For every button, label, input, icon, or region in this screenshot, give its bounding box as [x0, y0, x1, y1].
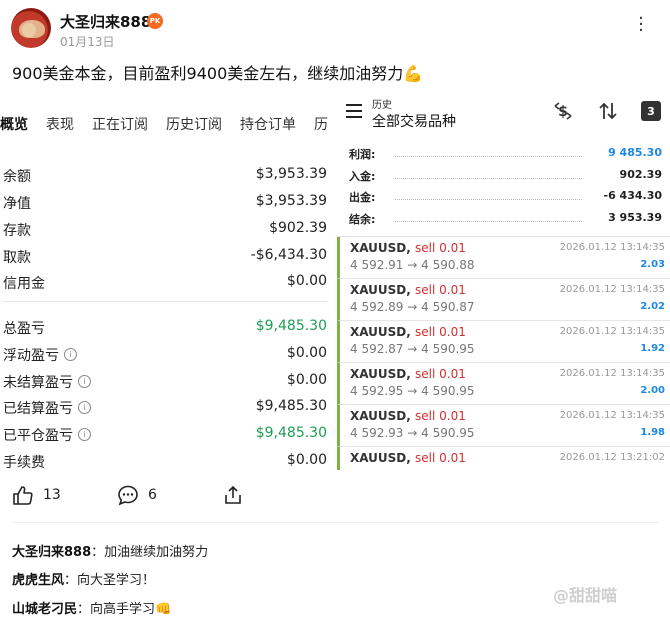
- trade-side: sell 0.01: [415, 409, 466, 423]
- calendar-icon[interactable]: 3: [641, 101, 661, 121]
- tab-open-orders[interactable]: 持仓订单: [240, 114, 296, 134]
- summary-value: 3 953.39: [608, 211, 662, 224]
- avatar[interactable]: [11, 8, 51, 48]
- trade-symbol: XAUUSD, sell 0.01: [350, 451, 466, 465]
- trade-prices: 4 592.87 → 4 590.95: [350, 342, 475, 356]
- trade-time: 2026.01.12 13:14:35: [559, 326, 665, 337]
- trade-profit: 1.92: [640, 343, 665, 354]
- trade-side: sell 0.01: [415, 367, 466, 381]
- post-date: 01月13日: [60, 35, 115, 49]
- comment-item[interactable]: 山城老刁民：向高手学习👊: [12, 598, 171, 617]
- trade-symbol: XAUUSD, sell 0.01: [350, 241, 466, 255]
- trade-symbol: XAUUSD, sell 0.01: [350, 409, 466, 423]
- trade-side: sell 0.01: [415, 451, 466, 465]
- trade-symbol: XAUUSD, sell 0.01: [350, 325, 466, 339]
- trade-side: sell 0.01: [415, 283, 466, 297]
- dotted-leader: [395, 178, 582, 179]
- summary-row: 入金: 902.39: [349, 168, 662, 186]
- account-row: 净值 $3,953.39: [3, 193, 327, 213]
- comment-item[interactable]: 大圣归来888：加油继续加油努力: [12, 541, 208, 560]
- trade-profit: 2.03: [640, 259, 665, 270]
- trade-symbol-name: XAUUSD,: [350, 325, 411, 339]
- tab-performance[interactable]: 表现: [46, 114, 74, 134]
- symbol-filter-title[interactable]: 全部交易品种: [372, 111, 456, 131]
- comment-item[interactable]: 虎虎生风：向大圣学习！: [12, 569, 155, 588]
- account-row-value: $3,953.39: [255, 193, 327, 209]
- watermark: @甜甜喵: [553, 586, 618, 605]
- like-count: 13: [43, 487, 61, 503]
- username[interactable]: 大圣归来888: [60, 11, 151, 32]
- trade-side: sell 0.01: [415, 325, 466, 339]
- dotted-leader: [395, 221, 582, 222]
- trade-time: 2026.01.12 13:21:02: [559, 452, 665, 463]
- trade-time: 2026.01.12 13:14:35: [559, 410, 665, 421]
- trade-prices: 4 592.95 → 4 590.95: [350, 384, 475, 398]
- trade-symbol: XAUUSD, sell 0.01: [350, 367, 466, 381]
- account-tabs: 概览 表现 正在订阅 历史订阅 持仓订单历: [0, 114, 336, 136]
- dotted-leader: [395, 156, 582, 157]
- share-icon[interactable]: [222, 484, 244, 506]
- comment-text: ：向大圣学习！: [64, 573, 156, 588]
- more-options-icon[interactable]: · · ·: [633, 10, 649, 40]
- trade-prices: 4 592.93 → 4 590.95: [350, 426, 475, 440]
- trade-row[interactable]: XAUUSD, sell 0.01 4 592.89 → 4 590.87 2026…: [337, 279, 670, 321]
- tab-subscribing[interactable]: 正在订阅: [92, 114, 148, 134]
- summary-row: 结余: 3 953.39: [349, 211, 662, 229]
- trade-row[interactable]: XAUUSD, sell 0.01 4 592.91 → 4 590.88 2026…: [337, 237, 670, 279]
- summary-value: 9 485.30: [608, 146, 662, 159]
- trade-profit: 1.98: [640, 427, 665, 438]
- trade-symbol-name: XAUUSD,: [350, 283, 411, 297]
- level-badge: PK: [147, 13, 163, 29]
- trade-time: 2026.01.12 13:14:35: [559, 242, 665, 253]
- sort-icon[interactable]: [597, 100, 619, 127]
- currency-icon[interactable]: $: [552, 100, 574, 127]
- account-row-value: $902.39: [269, 220, 327, 236]
- menu-icon[interactable]: [346, 104, 362, 122]
- svg-text:$: $: [558, 104, 568, 120]
- trade-symbol-name: XAUUSD,: [350, 367, 411, 381]
- comment-count: 6: [148, 487, 157, 503]
- comment-user[interactable]: 虎虎生风: [12, 573, 64, 588]
- comment-user[interactable]: 山城老刁民: [12, 602, 77, 617]
- trade-profit: 2.00: [640, 385, 665, 396]
- trade-time: 2026.01.12 13:14:35: [559, 368, 665, 379]
- trade-row[interactable]: XAUUSD, sell 0.01 4 592.87 → 4 590.95 2026…: [337, 321, 670, 363]
- summary-row: 利润: 9 485.30: [349, 146, 662, 164]
- comment-user[interactable]: 大圣归来888: [12, 545, 91, 560]
- like-icon[interactable]: [12, 484, 34, 506]
- dotted-leader: [395, 199, 582, 200]
- account-row: 余额 $3,953.39: [3, 166, 327, 186]
- trade-row[interactable]: XAUUSD, sell 0.01 4 592.95 → 4 590.95 2026…: [337, 363, 670, 405]
- summary-label: 出金:: [349, 191, 376, 204]
- trade-symbol: XAUUSD, sell 0.01: [350, 283, 466, 297]
- trade-side: sell 0.01: [415, 241, 466, 255]
- trade-symbol-name: XAUUSD,: [350, 241, 411, 255]
- history-label: 历史: [372, 100, 392, 111]
- summary-label: 入金:: [349, 170, 376, 183]
- comment-text: ：向高手学习👊: [77, 602, 172, 617]
- summary-row: 出金: -6 434.30: [349, 189, 662, 207]
- trade-prices: 4 592.91 → 4 590.88: [350, 258, 475, 272]
- trade-time: 2026.01.12 13:14:35: [559, 284, 665, 295]
- account-row-label: 余额: [3, 169, 31, 185]
- trade-profit: 2.02: [640, 301, 665, 312]
- trade-row[interactable]: XAUUSD, sell 0.01 4 592.93 → 4 590.95 2026…: [337, 405, 670, 447]
- comment-text: ：加油继续加油努力: [91, 545, 209, 560]
- tab-overview[interactable]: 概览: [0, 114, 28, 134]
- account-row-value: $3,953.39: [255, 166, 327, 182]
- divider: [12, 522, 658, 523]
- summary-value: 902.39: [619, 168, 662, 181]
- summary-label: 结余:: [349, 213, 376, 226]
- trade-prices: 4 592.89 → 4 590.87: [350, 300, 475, 314]
- trade-symbol-name: XAUUSD,: [350, 451, 411, 465]
- account-row-label: 净值: [3, 196, 31, 212]
- post-caption: 900美金本金，目前盈利9400美金左右，继续加油努力💪: [12, 64, 424, 83]
- trade-symbol-name: XAUUSD,: [350, 409, 411, 423]
- tab-history[interactable]: 历: [314, 114, 328, 134]
- trade-row[interactable]: XAUUSD, sell 0.01 2026.01.12 13:21:02: [337, 447, 670, 470]
- summary-value: -6 434.30: [603, 189, 663, 202]
- comment-icon[interactable]: [117, 484, 139, 506]
- tab-history-subscriptions[interactable]: 历史订阅: [166, 114, 222, 134]
- summary-label: 利润:: [349, 148, 376, 161]
